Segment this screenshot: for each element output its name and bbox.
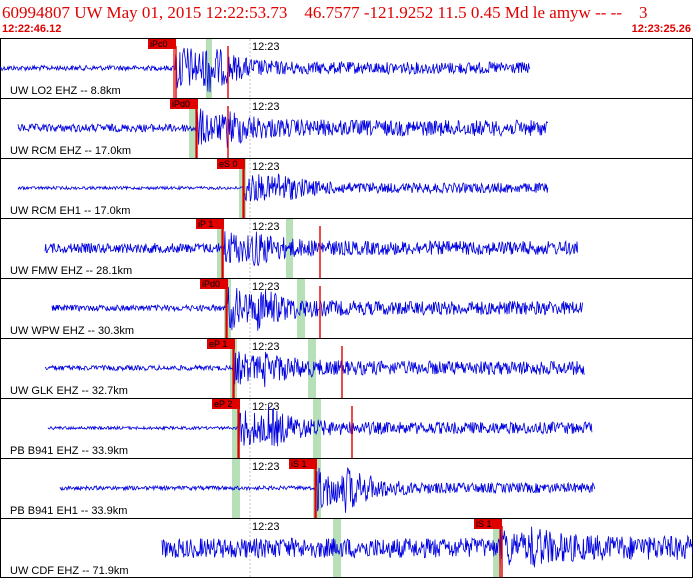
channel-panel[interactable]: 12:23 eP 1 UW GLK EHZ -- 32.7km: [0, 338, 693, 398]
channel-panel[interactable]: 12:23 eS 0 UW RCM EH1 -- 17.0km: [0, 158, 693, 218]
pick-label: eP 2: [214, 399, 232, 409]
minute-label: 12:23: [252, 341, 280, 353]
minute-label: 12:23: [252, 101, 280, 113]
waveform-trace: [17, 108, 549, 148]
waveform-trace: [59, 466, 596, 513]
pick-label: iPd0: [172, 99, 190, 109]
event-title: 60994807 UW May 01, 2015 12:22:53.73 46.…: [2, 3, 648, 22]
channel-panel[interactable]: 12:23 iPd0 UW RCM EHZ -- 17.0km: [0, 98, 693, 158]
waveform-trace: [17, 173, 549, 202]
channel-label: UW CDF EHZ -- 71.9km: [10, 565, 129, 577]
channel-panel[interactable]: 12:23 eP 2 PB B941 EHZ -- 33.9km: [0, 398, 693, 458]
channel-label: UW RCM EH1 -- 17.0km: [10, 205, 130, 217]
waveform-trace: [161, 526, 693, 572]
pick-label: iS 1: [476, 519, 492, 529]
waveform-trace: [44, 231, 579, 267]
minute-label: 12:23: [252, 521, 280, 533]
minute-label: 12:23: [252, 461, 280, 473]
waveform-trace: [51, 284, 583, 331]
channel-label: PB B941 EHZ -- 33.9km: [10, 445, 128, 457]
channel-label: PB B941 EH1 -- 33.9km: [10, 505, 127, 517]
channel-label: UW WPW EHZ -- 30.3km: [10, 325, 134, 337]
pick-label: iPd0: [202, 279, 220, 289]
window-end-time: 12:23:25.26: [631, 23, 691, 35]
event-header: 60994807 UW May 01, 2015 12:22:53.73 46.…: [0, 0, 693, 38]
window-start-time: 12:22:46.12: [2, 23, 62, 35]
channel-panel[interactable]: 12:23iPd0UW WPW EHZ -- 30.3km: [0, 278, 693, 338]
channel-panel[interactable]: 12:23 iP 1 UW FMW EHZ -- 28.1km: [0, 218, 693, 278]
channel-panel[interactable]: 12:23 iPc0 UW LO2 EHZ -- 8.8km: [0, 38, 693, 98]
minute-label: 12:23: [252, 41, 280, 53]
minute-label: 12:23: [252, 161, 280, 173]
pick-label: eP 1: [209, 339, 227, 349]
channel-label: UW LO2 EHZ -- 8.8km: [10, 85, 121, 97]
channel-label: UW RCM EHZ -- 17.0km: [10, 145, 131, 157]
pick-label: iS 1: [291, 459, 307, 469]
seismogram-panels[interactable]: 12:23 iPc0 UW LO2 EHZ -- 8.8km 12:23 iPd0 UW …: [0, 38, 693, 578]
channel-label: UW FMW EHZ -- 28.1km: [10, 265, 132, 277]
pick-label: iPc0: [150, 39, 168, 49]
channel-panel[interactable]: 12:23 iS 1 PB B941 EH1 -- 33.9km: [0, 458, 693, 518]
minute-label: 12:23: [252, 401, 280, 413]
pick-label: iP 1: [198, 219, 213, 229]
channel-panel[interactable]: 12:23 iS 1 UW CDF EHZ -- 71.9km: [0, 518, 693, 578]
pick-label: eS 0: [219, 159, 238, 169]
minute-label: 12:23: [252, 221, 280, 233]
channel-label: UW GLK EHZ -- 32.7km: [10, 385, 128, 397]
